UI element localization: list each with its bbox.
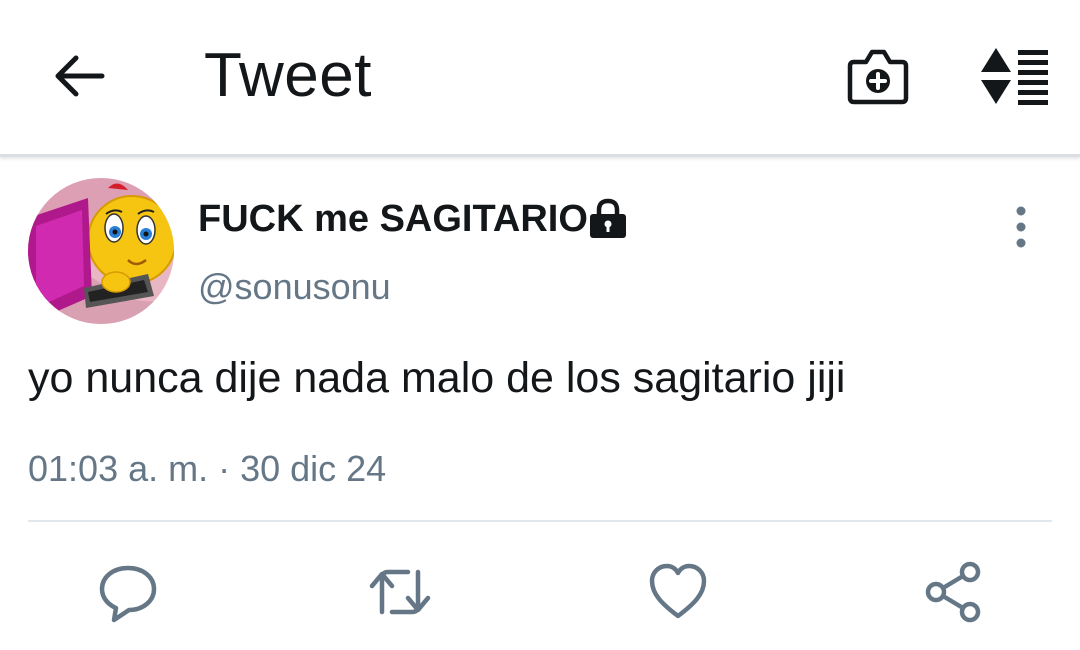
retweet-icon [369,569,431,615]
sort-list-icon [981,48,1048,105]
top-app-bar: Tweet [0,0,1080,157]
reply-button[interactable] [96,560,160,624]
more-vertical-icon [1016,206,1026,248]
heart-icon [649,563,707,619]
avatar[interactable] [28,178,174,324]
tweet-timestamp: 01:03 a. m. · 30 dic 24 [28,448,387,489]
like-button[interactable] [646,560,710,624]
share-button[interactable] [922,560,986,624]
more-options-button[interactable] [1004,204,1038,250]
share-icon [925,561,981,623]
reply-icon [99,565,157,623]
author-name[interactable]: FUCK me SAGITARIO [198,198,588,241]
sort-button[interactable] [976,46,1052,106]
arrow-left-icon [55,55,105,97]
divider [28,520,1052,522]
lock-icon [586,196,630,240]
emoji-laptop-avatar-image [28,178,174,324]
retweet-button[interactable] [368,560,432,624]
author-handle[interactable]: @sonusonu [198,266,391,308]
back-button[interactable] [50,52,108,100]
tweet-text: yo nunca dije nada malo de los sagitario… [28,354,846,402]
camera-add-icon [847,49,909,105]
camera-button[interactable] [846,44,910,108]
page-title: Tweet [204,41,372,110]
